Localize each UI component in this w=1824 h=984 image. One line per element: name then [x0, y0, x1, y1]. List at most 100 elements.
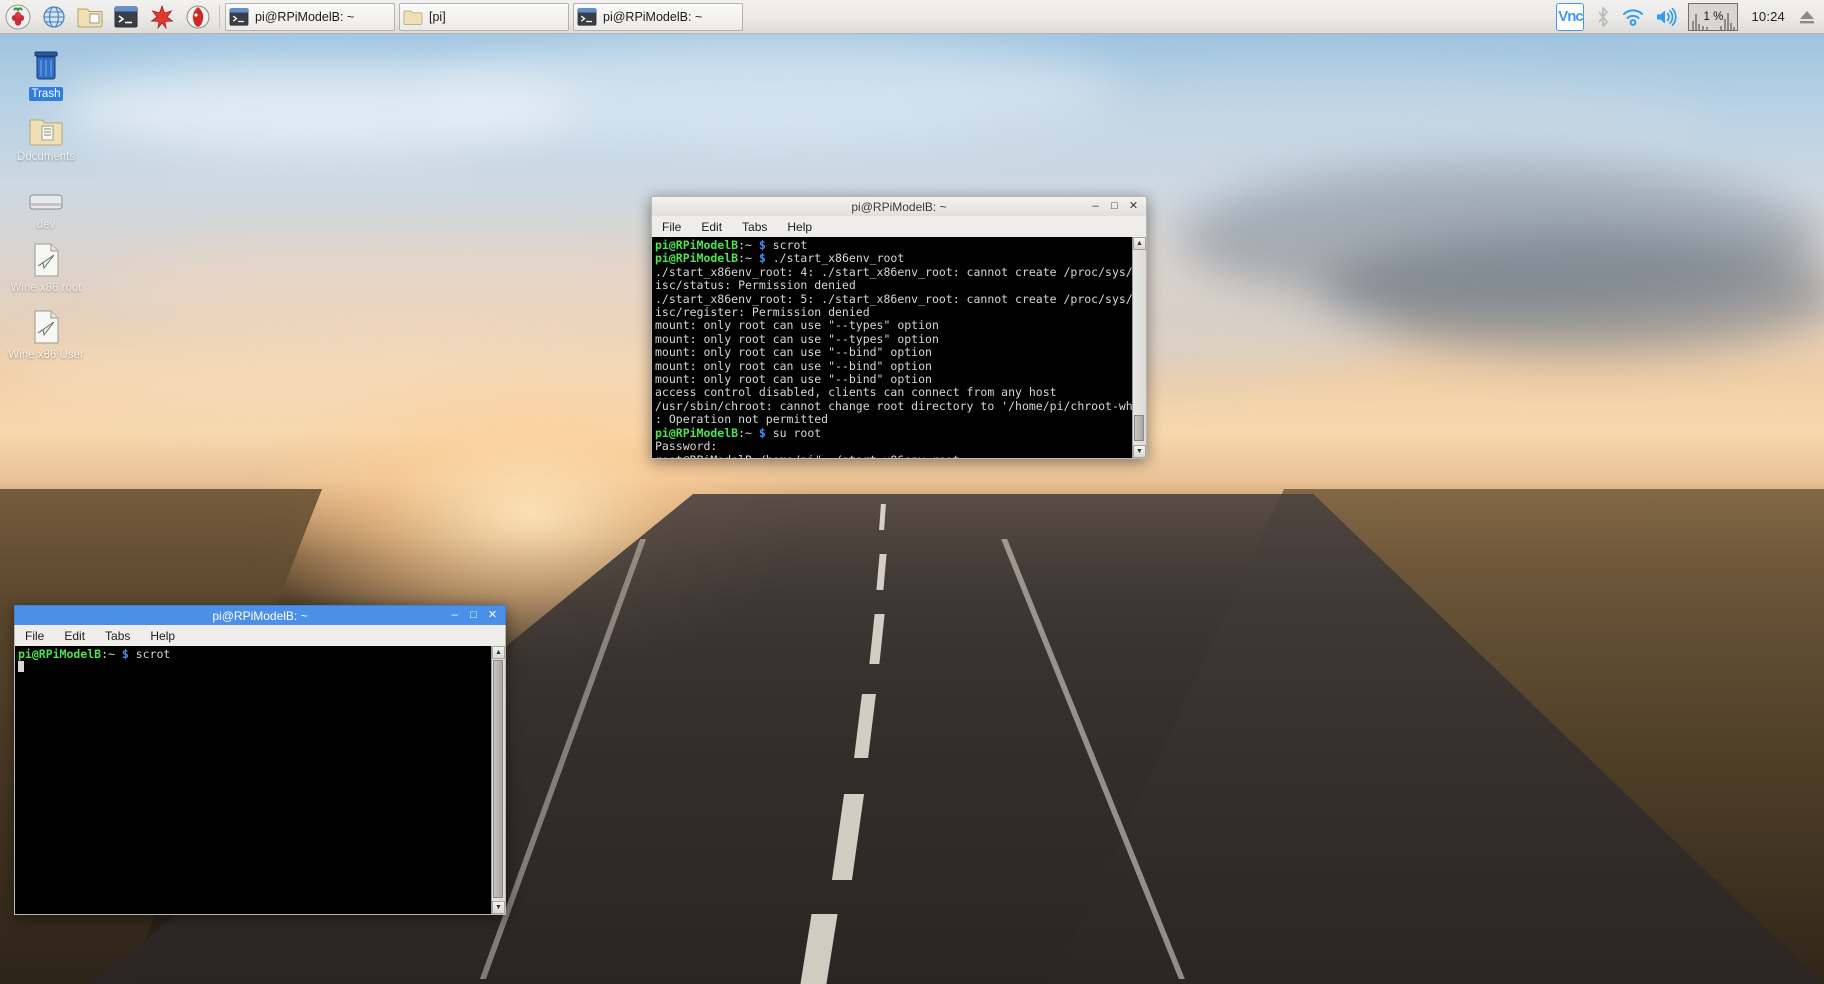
desktop-icon-documents[interactable]: Documents	[6, 107, 86, 164]
prompt-symbol: $	[751, 251, 773, 266]
terminal-body-main[interactable]: pi@RPiModelB:~ $ scrot pi@RPiModelB:~ $ .…	[651, 237, 1147, 459]
mathematica-icon[interactable]	[144, 1, 180, 33]
bluetooth-icon[interactable]	[1595, 6, 1611, 28]
terminal-text: root@RPiModelB:/home/pi# ./start_x86env_…	[655, 453, 960, 458]
scroll-up-arrow[interactable]: ▲	[492, 646, 505, 659]
scroll-down-arrow[interactable]: ▼	[1133, 445, 1146, 458]
taskbar-window-terminal-2[interactable]: pi@RPiModelB: ~	[573, 2, 743, 31]
desktop-icon-label: Wine x86 root	[10, 282, 82, 294]
terminal-icon[interactable]	[108, 1, 144, 33]
prompt-user: pi@RPiModelB	[655, 425, 739, 440]
menu-tabs[interactable]: Tabs	[105, 629, 130, 643]
terminal-cursor	[18, 661, 24, 673]
window-second-terminal[interactable]: pi@RPiModelB: ~ – □ ✕ File Edit Tabs Hel…	[14, 605, 506, 915]
terminal-line: mount: only root can use "--types" optio…	[655, 319, 1132, 332]
terminal-text: mount: only root can use "--types" optio…	[655, 318, 939, 333]
scrollbar-thumb[interactable]	[493, 660, 503, 898]
web-browser-icon[interactable]	[36, 1, 72, 33]
terminal-text: mount: only root can use "--bind" option	[655, 358, 932, 373]
menu-help[interactable]: Help	[787, 220, 812, 234]
maximize-button[interactable]: □	[468, 610, 479, 621]
menu-help[interactable]: Help	[150, 629, 175, 643]
taskbar-separator	[219, 4, 220, 29]
scrollbar-thumb[interactable]	[1134, 415, 1144, 441]
titlebar-main-terminal[interactable]: pi@RPiModelB: ~ – □ ✕	[651, 196, 1147, 216]
folder-icon	[403, 10, 423, 25]
terminal-text: /usr/sbin/chroot: cannot change root dir…	[655, 398, 1132, 413]
terminal-icon	[577, 7, 597, 26]
trash-icon	[24, 44, 68, 84]
taskbar-window-label: pi@RPiModelB: ~	[603, 9, 703, 24]
terminal-command: ./start_x86env_root	[772, 251, 905, 266]
terminal-text: mount: only root can use "--bind" option	[655, 345, 932, 360]
menu-edit[interactable]: Edit	[701, 220, 722, 234]
wifi-icon[interactable]	[1622, 7, 1644, 27]
terminal-line: pi@RPiModelB:~ $ scrot	[18, 647, 491, 661]
vnc-tray-icon[interactable]: Vnc	[1556, 2, 1585, 31]
terminal-line: pi@RPiModelB:~ $ su root	[655, 425, 1132, 440]
scrollbar-second-terminal[interactable]: ▲ ▼	[491, 646, 505, 914]
terminal-text: : Operation not permitted	[655, 412, 829, 427]
menu-file[interactable]: File	[662, 220, 681, 234]
terminal-line: /usr/sbin/chroot: cannot change root dir…	[655, 398, 1132, 413]
taskbar: pi@RPiModelB: ~ [pi] pi@RPiModelB: ~ Vnc	[0, 0, 1824, 34]
minimize-button[interactable]: –	[1090, 201, 1101, 212]
desktop-icon-label: dev	[36, 219, 56, 231]
terminal-line: ./start_x86env_root: 4: ./start_x86env_r…	[655, 265, 1132, 279]
prompt-user: pi@RPiModelB	[18, 647, 102, 661]
terminal-text: mount: only root can use "--bind" option	[655, 372, 932, 387]
terminal-line: isc/status: Permission denied	[655, 279, 1132, 292]
desktop-icon-wine-x86-root[interactable]: Wine x86 root	[6, 238, 86, 295]
terminal-text: access control disabled, clients can con…	[655, 385, 1057, 400]
volume-icon[interactable]	[1655, 7, 1677, 27]
menu-edit[interactable]: Edit	[64, 629, 85, 643]
menu-file[interactable]: File	[25, 629, 44, 643]
taskbar-window-terminal-1[interactable]: pi@RPiModelB: ~	[225, 2, 395, 31]
terminal-line: mount: only root can use "--bind" option	[655, 346, 1132, 359]
drive-icon	[24, 175, 68, 215]
prompt-symbol: $	[114, 647, 136, 661]
menu-tabs[interactable]: Tabs	[742, 220, 767, 234]
cpu-monitor[interactable]: 1 %	[1688, 2, 1739, 31]
terminal-text: ./start_x86env_root: 5: ./start_x86env_r…	[655, 291, 1132, 306]
terminal-text: Password:	[655, 439, 718, 454]
terminal-command: scrot	[772, 238, 808, 252]
scroll-up-arrow[interactable]: ▲	[1133, 237, 1146, 250]
terminal-text: mount: only root can use "--types" optio…	[655, 331, 939, 346]
terminal-line: root@RPiModelB:/home/pi# ./start_x86env_…	[655, 453, 1132, 458]
taskbar-window-filemanager[interactable]: [pi]	[399, 2, 569, 31]
raspberry-menu-icon[interactable]	[0, 1, 36, 33]
system-tray: Vnc 1 % 10:24	[1556, 2, 1824, 31]
desktop-icon-label: Wine x86 User	[8, 349, 84, 361]
terminal-line: access control disabled, clients can con…	[655, 386, 1132, 399]
close-button[interactable]: ✕	[487, 610, 498, 621]
terminal-body-second[interactable]: pi@RPiModelB:~ $ scrot ▲ ▼	[14, 646, 506, 915]
eject-icon[interactable]	[1798, 8, 1816, 26]
file-manager-icon[interactable]	[72, 1, 108, 33]
scrollbar-main-terminal[interactable]: ▲ ▼	[1132, 237, 1146, 458]
desktop-icon-trash[interactable]: Trash	[6, 44, 86, 101]
terminal-line: ./start_x86env_root: 5: ./start_x86env_r…	[655, 291, 1132, 306]
prompt-path: :~	[738, 238, 752, 252]
maximize-button[interactable]: □	[1109, 201, 1120, 212]
desktop-icon-wine-x86-user[interactable]: Wine x86 User	[6, 305, 86, 362]
terminal-command: scrot	[135, 647, 171, 661]
cpu-usage-label: 1 %	[1703, 10, 1724, 23]
terminal-text: isc/status: Permission denied	[655, 278, 856, 293]
documents-folder-icon	[24, 107, 68, 147]
desktop-icon-label: Trash	[28, 87, 64, 101]
wolfram-icon[interactable]	[180, 1, 216, 33]
scroll-down-arrow[interactable]: ▼	[492, 901, 505, 914]
prompt-path: :~	[738, 425, 752, 440]
close-button[interactable]: ✕	[1128, 201, 1139, 212]
terminal-command: su root	[772, 425, 822, 440]
window-main-terminal[interactable]: pi@RPiModelB: ~ – □ ✕ File Edit Tabs Hel…	[651, 196, 1147, 459]
terminal-line: mount: only root can use "--bind" option	[655, 372, 1132, 387]
titlebar-second-terminal[interactable]: pi@RPiModelB: ~ – □ ✕	[14, 605, 506, 625]
desktop-icon-dev[interactable]: dev	[6, 175, 86, 232]
desktop-root: Trash Documents dev Wine x86 root Wine x…	[0, 0, 1824, 984]
minimize-button[interactable]: –	[449, 610, 460, 621]
terminal-line	[18, 661, 491, 674]
clock: 10:24	[1749, 9, 1787, 24]
terminal-line: pi@RPiModelB:~ $ scrot	[655, 238, 1132, 252]
